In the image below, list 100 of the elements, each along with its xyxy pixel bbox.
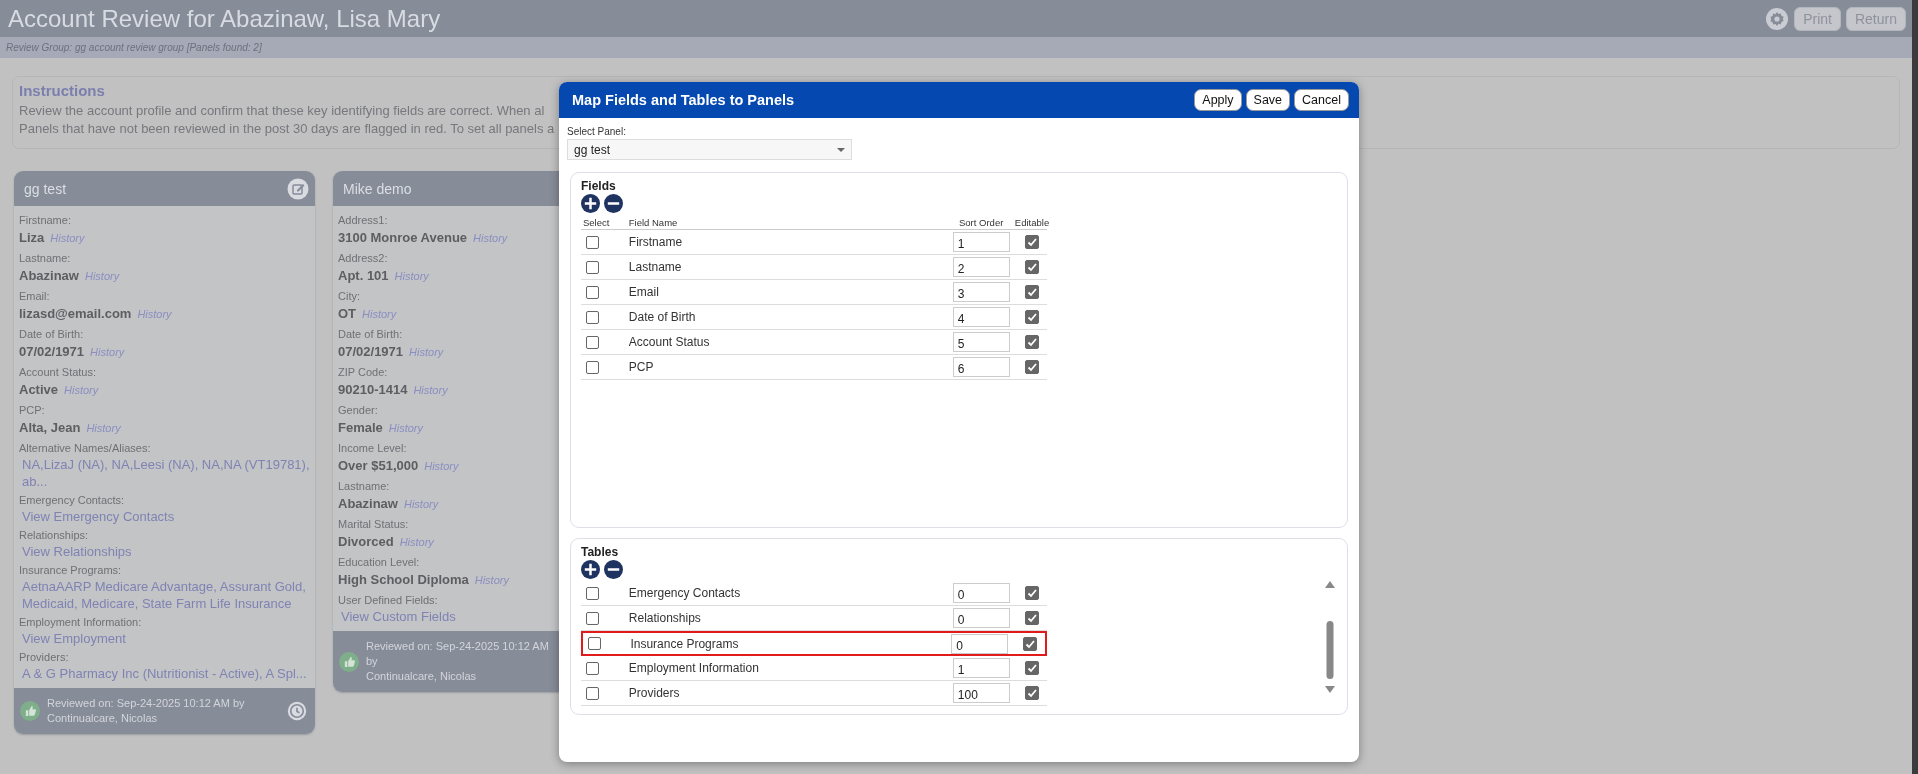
panel-dropdown[interactable]: gg test	[567, 139, 852, 160]
history-link[interactable]: History	[409, 346, 444, 358]
caret-icon	[837, 147, 845, 152]
field-label: Education Level:	[338, 555, 421, 570]
field-label: Gender:	[338, 403, 379, 418]
sort-order-input[interactable]: 3	[952, 282, 1010, 302]
history-link[interactable]: History	[413, 384, 448, 396]
field-value: Over $51,000	[338, 458, 419, 473]
select-checkbox[interactable]	[586, 335, 599, 349]
sort-order-input[interactable]: 2	[952, 257, 1010, 277]
remove-icon[interactable]	[604, 194, 623, 213]
apply-button[interactable]: Apply	[1194, 89, 1242, 111]
section-title: Tables	[581, 545, 620, 559]
save-button[interactable]: Save	[1245, 89, 1291, 111]
select-checkbox[interactable]	[586, 310, 599, 324]
field-link[interactable]: NA,LizaJ (NA), NA,Leesi (NA), NA,NA (VT19781), ab...	[19, 456, 310, 490]
field-link[interactable]: AetnaAARP Medicare Advantage, Assurant Gold, Medicaid, Medicare, State Farm Life Insurance	[19, 578, 310, 612]
editable-checkbox[interactable]	[1025, 235, 1040, 249]
editable-checkbox[interactable]	[1023, 636, 1038, 651]
select-label: Select Panel:	[567, 126, 627, 137]
editable-checkbox[interactable]	[1025, 335, 1040, 349]
history-link[interactable]: History	[473, 232, 508, 244]
field-label: User Defined Fields:	[338, 593, 439, 608]
select-checkbox[interactable]	[586, 611, 599, 625]
editable-checkbox[interactable]	[1025, 310, 1040, 324]
history-link[interactable]: History	[424, 460, 459, 472]
thumbs-up-icon	[20, 701, 40, 721]
cancel-button[interactable]: Cancel	[1294, 89, 1349, 111]
field-value: Abazinaw	[19, 268, 79, 283]
history-link[interactable]: History	[388, 422, 424, 434]
field-value: OT	[338, 306, 357, 321]
history-link[interactable]: History	[90, 346, 125, 358]
editable-checkbox[interactable]	[1025, 260, 1040, 274]
checkmark-icon	[1026, 336, 1039, 348]
history-link[interactable]: History	[50, 232, 85, 244]
editable-checkbox[interactable]	[1025, 611, 1040, 625]
select-column-header: Select	[582, 217, 611, 228]
select-checkbox[interactable]	[588, 637, 601, 650]
instructions-title: Instructions	[19, 82, 106, 99]
field-value: Abazinaw	[338, 496, 398, 511]
field-link[interactable]: View Relationships	[19, 543, 132, 560]
history-link[interactable]: History	[137, 308, 172, 320]
add-icon[interactable]	[581, 194, 600, 213]
history-link[interactable]: History	[399, 536, 434, 548]
sort-order-input[interactable]: 4	[952, 307, 1010, 327]
select-checkbox[interactable]	[586, 661, 599, 675]
checkmark-icon	[1026, 261, 1039, 273]
select-checkbox[interactable]	[586, 260, 599, 274]
sort-order-input[interactable]: 5	[952, 332, 1010, 352]
remove-icon[interactable]	[604, 560, 623, 579]
history-link[interactable]: History	[394, 270, 429, 282]
select-checkbox[interactable]	[586, 686, 599, 700]
field-name-column-header: Field Name	[628, 217, 679, 228]
field-value: High School Diploma	[338, 572, 469, 587]
select-checkbox[interactable]	[586, 586, 599, 600]
field-value: 90210-1414	[338, 382, 408, 397]
history-link[interactable]: History	[403, 498, 439, 510]
history-link[interactable]: History	[64, 384, 99, 396]
field-value: 07/02/1971	[19, 344, 85, 359]
field-label: City:	[338, 289, 361, 304]
field-link[interactable]: View Emergency Contacts	[19, 508, 175, 525]
add-icon[interactable]	[581, 560, 600, 579]
review-text: Reviewed on: Sep-24-2025 10:12 AM by Continualcare, Nicolas	[366, 639, 550, 684]
field-link[interactable]: A & G Pharmacy Inc (Nutritionist - Active), A Spl...	[19, 665, 307, 682]
dialog-title: Map Fields and Tables to Panels	[572, 92, 795, 108]
page-title: Account Review for Abazinaw, Lisa Mary	[8, 4, 441, 33]
scrollbar[interactable]	[1325, 581, 1335, 693]
field-value: Alta, Jean	[19, 420, 81, 435]
panel-title: Mike demo	[343, 180, 412, 197]
field-link[interactable]: View Employment	[19, 630, 126, 647]
row-name: Account Status	[628, 335, 710, 349]
sort-order-input[interactable]: 0	[952, 608, 1010, 628]
sort-order-input[interactable]: 100	[952, 683, 1010, 703]
checkmark-icon	[1026, 662, 1039, 674]
editable-checkbox[interactable]	[1025, 686, 1040, 700]
sort-order-input[interactable]: 1	[952, 232, 1010, 252]
editable-checkbox[interactable]	[1025, 360, 1040, 374]
editable-checkbox[interactable]	[1025, 661, 1040, 675]
checkmark-icon	[1026, 687, 1039, 699]
sort-order-input[interactable]: 6	[952, 357, 1010, 377]
select-checkbox[interactable]	[586, 285, 599, 299]
select-checkbox[interactable]	[586, 235, 599, 249]
field-value: 3100 Monroe Avenue	[338, 230, 468, 245]
row-name: Date of Birth	[628, 310, 696, 324]
history-link[interactable]: History	[84, 270, 120, 282]
field-value: 07/02/1971	[338, 344, 404, 359]
history-link[interactable]: History	[86, 422, 121, 434]
sort-order-input[interactable]: 1	[952, 658, 1010, 678]
field-link[interactable]: View Custom Fields	[338, 608, 456, 625]
editable-checkbox[interactable]	[1025, 586, 1040, 600]
editable-checkbox[interactable]	[1025, 285, 1040, 299]
section-title: Fields	[581, 179, 617, 193]
row-name: Providers	[628, 686, 680, 700]
history-link[interactable]: History	[362, 308, 397, 320]
row-name: PCP	[628, 360, 654, 374]
sort-order-input[interactable]: 0	[952, 583, 1010, 603]
history-link[interactable]: History	[474, 574, 509, 586]
sort-order-input[interactable]: 0	[951, 633, 1009, 654]
field-label: Marital Status:	[338, 517, 410, 532]
select-checkbox[interactable]	[586, 360, 599, 374]
